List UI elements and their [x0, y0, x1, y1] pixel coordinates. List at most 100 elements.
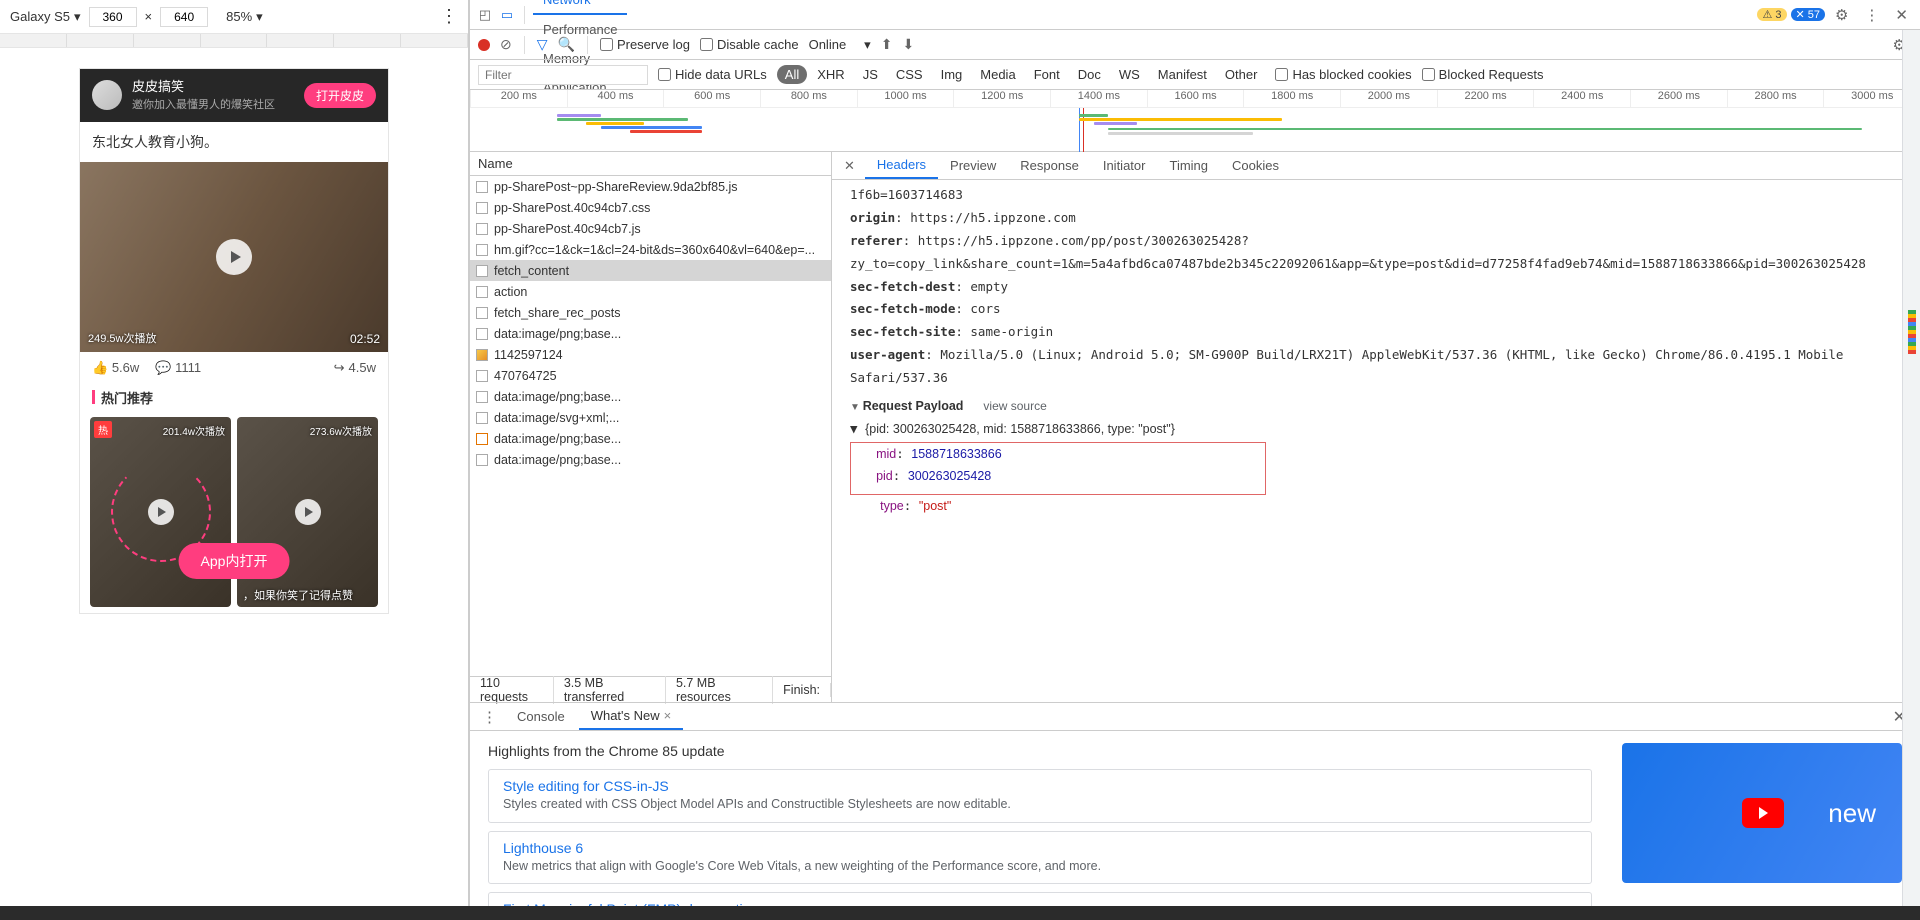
preserve-log-checkbox[interactable]: Preserve log [600, 37, 690, 52]
request-row[interactable]: 470764725 [470, 365, 831, 386]
settings-icon[interactable]: ⚙ [1835, 6, 1848, 24]
device-emulator-panel: Galaxy S5 ▾ × 85% ▾ ⋮ 皮皮搞笑 邀你加入最懂男人的爆笑社区… [0, 0, 469, 920]
request-row[interactable]: data:image/png;base... [470, 428, 831, 449]
network-toolbar: ⊘ ▽ 🔍 Preserve log Disable cache Online … [470, 30, 1920, 60]
blocked-requests-checkbox[interactable]: Blocked Requests [1422, 67, 1544, 82]
filter-type-doc[interactable]: Doc [1070, 65, 1109, 84]
filter-icon[interactable]: ▽ [537, 36, 548, 53]
filter-type-all[interactable]: All [777, 65, 807, 84]
close-tab-icon[interactable]: × [664, 708, 672, 723]
phone-frame: 皮皮搞笑 邀你加入最懂男人的爆笑社区 打开皮皮 东北女人教育小狗。 249.5w… [79, 68, 389, 614]
brand-avatar [92, 80, 122, 110]
device-toggle-icon[interactable]: ▭ [498, 6, 516, 24]
network-timeline[interactable]: 200 ms400 ms600 ms800 ms1000 ms1200 ms14… [470, 90, 1920, 152]
detail-tab-preview[interactable]: Preview [938, 152, 1008, 179]
request-payload-header[interactable]: Request Payloadview source [850, 396, 1902, 418]
ruler [0, 34, 468, 48]
filter-type-ws[interactable]: WS [1111, 65, 1148, 84]
view-source-link[interactable]: view source [983, 399, 1046, 413]
detail-tab-response[interactable]: Response [1008, 152, 1091, 179]
request-row[interactable]: data:image/png;base... [470, 323, 831, 344]
detail-tab-cookies[interactable]: Cookies [1220, 152, 1291, 179]
filter-type-font[interactable]: Font [1026, 65, 1068, 84]
detail-tabs: ✕ HeadersPreviewResponseInitiatorTimingC… [832, 152, 1920, 180]
action-row: 👍 5.6w 💬 1111 ↪ 4.5w [80, 352, 388, 384]
messages-badge[interactable]: ✕ 57 [1791, 8, 1825, 21]
zoom-select[interactable]: 85% ▾ [226, 9, 263, 25]
filter-type-manifest[interactable]: Manifest [1150, 65, 1215, 84]
throttle-select[interactable]: Online ▾ [809, 37, 871, 53]
file-icon [476, 244, 488, 256]
record-icon[interactable] [478, 39, 490, 51]
detail-tab-timing[interactable]: Timing [1157, 152, 1220, 179]
update-card[interactable]: Lighthouse 6New metrics that align with … [488, 831, 1592, 885]
video-player[interactable]: 249.5w次播放 02:52 [80, 162, 388, 352]
close-devtools-icon[interactable]: ✕ [1895, 6, 1908, 24]
close-detail-icon[interactable]: ✕ [838, 158, 861, 174]
taskbar [0, 906, 1920, 920]
phone-header: 皮皮搞笑 邀你加入最懂男人的爆笑社区 打开皮皮 [80, 69, 388, 122]
request-row[interactable]: data:image/png;base... [470, 449, 831, 470]
share-button[interactable]: ↪ 4.5w [334, 360, 376, 376]
devtools-tab-network[interactable]: Network [533, 0, 627, 15]
request-row[interactable]: pp-SharePost.40c94cb7.js [470, 218, 831, 239]
request-row[interactable]: fetch_share_rec_posts [470, 302, 831, 323]
drawer-tab-whatsnew[interactable]: What's New× [579, 703, 684, 730]
warnings-badge[interactable]: ⚠ 3 [1757, 8, 1786, 21]
updates-title: Highlights from the Chrome 85 update [488, 743, 1592, 759]
like-button[interactable]: 👍 5.6w [92, 360, 139, 376]
video-duration: 02:52 [350, 332, 380, 346]
payload-box: mid: 1588718633866 pid: 300263025428 [850, 442, 1266, 495]
filter-input[interactable] [478, 65, 648, 85]
drawer-menu-icon[interactable]: ⋮ [482, 708, 497, 726]
clear-icon[interactable]: ⊘ [500, 36, 512, 53]
drawer-tab-console[interactable]: Console [505, 703, 577, 730]
hide-data-urls-checkbox[interactable]: Hide data URLs [658, 67, 767, 82]
detail-tab-initiator[interactable]: Initiator [1091, 152, 1158, 179]
device-menu-icon[interactable]: ⋮ [440, 6, 458, 27]
filter-row: Hide data URLs AllXHRJSCSSImgMediaFontDo… [470, 60, 1920, 90]
more-icon[interactable]: ⋮ [1864, 6, 1879, 24]
play-icon [295, 499, 321, 525]
file-icon [476, 202, 488, 214]
comment-button[interactable]: 💬 1111 [155, 360, 201, 376]
file-icon [476, 265, 488, 277]
detail-tab-headers[interactable]: Headers [865, 152, 938, 179]
headers-body[interactable]: 1f6b=1603714683 origin: https://h5.ippzo… [832, 180, 1920, 702]
request-list: Name pp-SharePost~pp-ShareReview.9da2bf8… [470, 152, 832, 702]
upload-icon[interactable]: ⬆ [881, 36, 893, 53]
drawer-panel: ⋮ Console What's New× ✕ Highlights from … [470, 702, 1920, 920]
request-row[interactable]: pp-SharePost~pp-ShareReview.9da2bf85.js [470, 176, 831, 197]
request-row[interactable]: 1142597124 [470, 344, 831, 365]
file-icon [476, 433, 488, 445]
youtube-icon [1742, 798, 1784, 828]
filter-type-media[interactable]: Media [972, 65, 1023, 84]
promo-video[interactable]: new [1622, 743, 1902, 883]
app-open-pill[interactable]: App内打开 [179, 543, 290, 579]
file-icon [476, 307, 488, 319]
filter-type-css[interactable]: CSS [888, 65, 931, 84]
disable-cache-checkbox[interactable]: Disable cache [700, 37, 799, 52]
request-row[interactable]: data:image/svg+xml;... [470, 407, 831, 428]
filter-type-other[interactable]: Other [1217, 65, 1266, 84]
download-icon[interactable]: ⬇ [902, 36, 914, 53]
device-width-input[interactable] [89, 7, 137, 27]
update-card[interactable]: Style editing for CSS-in-JSStyles create… [488, 769, 1592, 823]
request-row[interactable]: data:image/png;base... [470, 386, 831, 407]
filter-type-img[interactable]: Img [933, 65, 971, 84]
search-icon[interactable]: 🔍 [558, 36, 575, 53]
filter-type-xhr[interactable]: XHR [809, 65, 852, 84]
request-row[interactable]: pp-SharePost.40c94cb7.css [470, 197, 831, 218]
column-header-name[interactable]: Name [470, 152, 831, 176]
right-rail [1902, 30, 1920, 920]
request-row[interactable]: action [470, 281, 831, 302]
open-app-button[interactable]: 打开皮皮 [304, 83, 376, 108]
device-select[interactable]: Galaxy S5 ▾ [10, 9, 81, 25]
filter-type-js[interactable]: JS [855, 65, 886, 84]
blocked-cookies-checkbox[interactable]: Has blocked cookies [1275, 67, 1411, 82]
request-row[interactable]: hm.gif?cc=1&ck=1&cl=24-bit&ds=360x640&vl… [470, 239, 831, 260]
device-height-input[interactable] [160, 7, 208, 27]
request-row[interactable]: fetch_content [470, 260, 831, 281]
play-icon[interactable] [216, 239, 252, 275]
inspect-icon[interactable]: ◰ [476, 6, 494, 24]
